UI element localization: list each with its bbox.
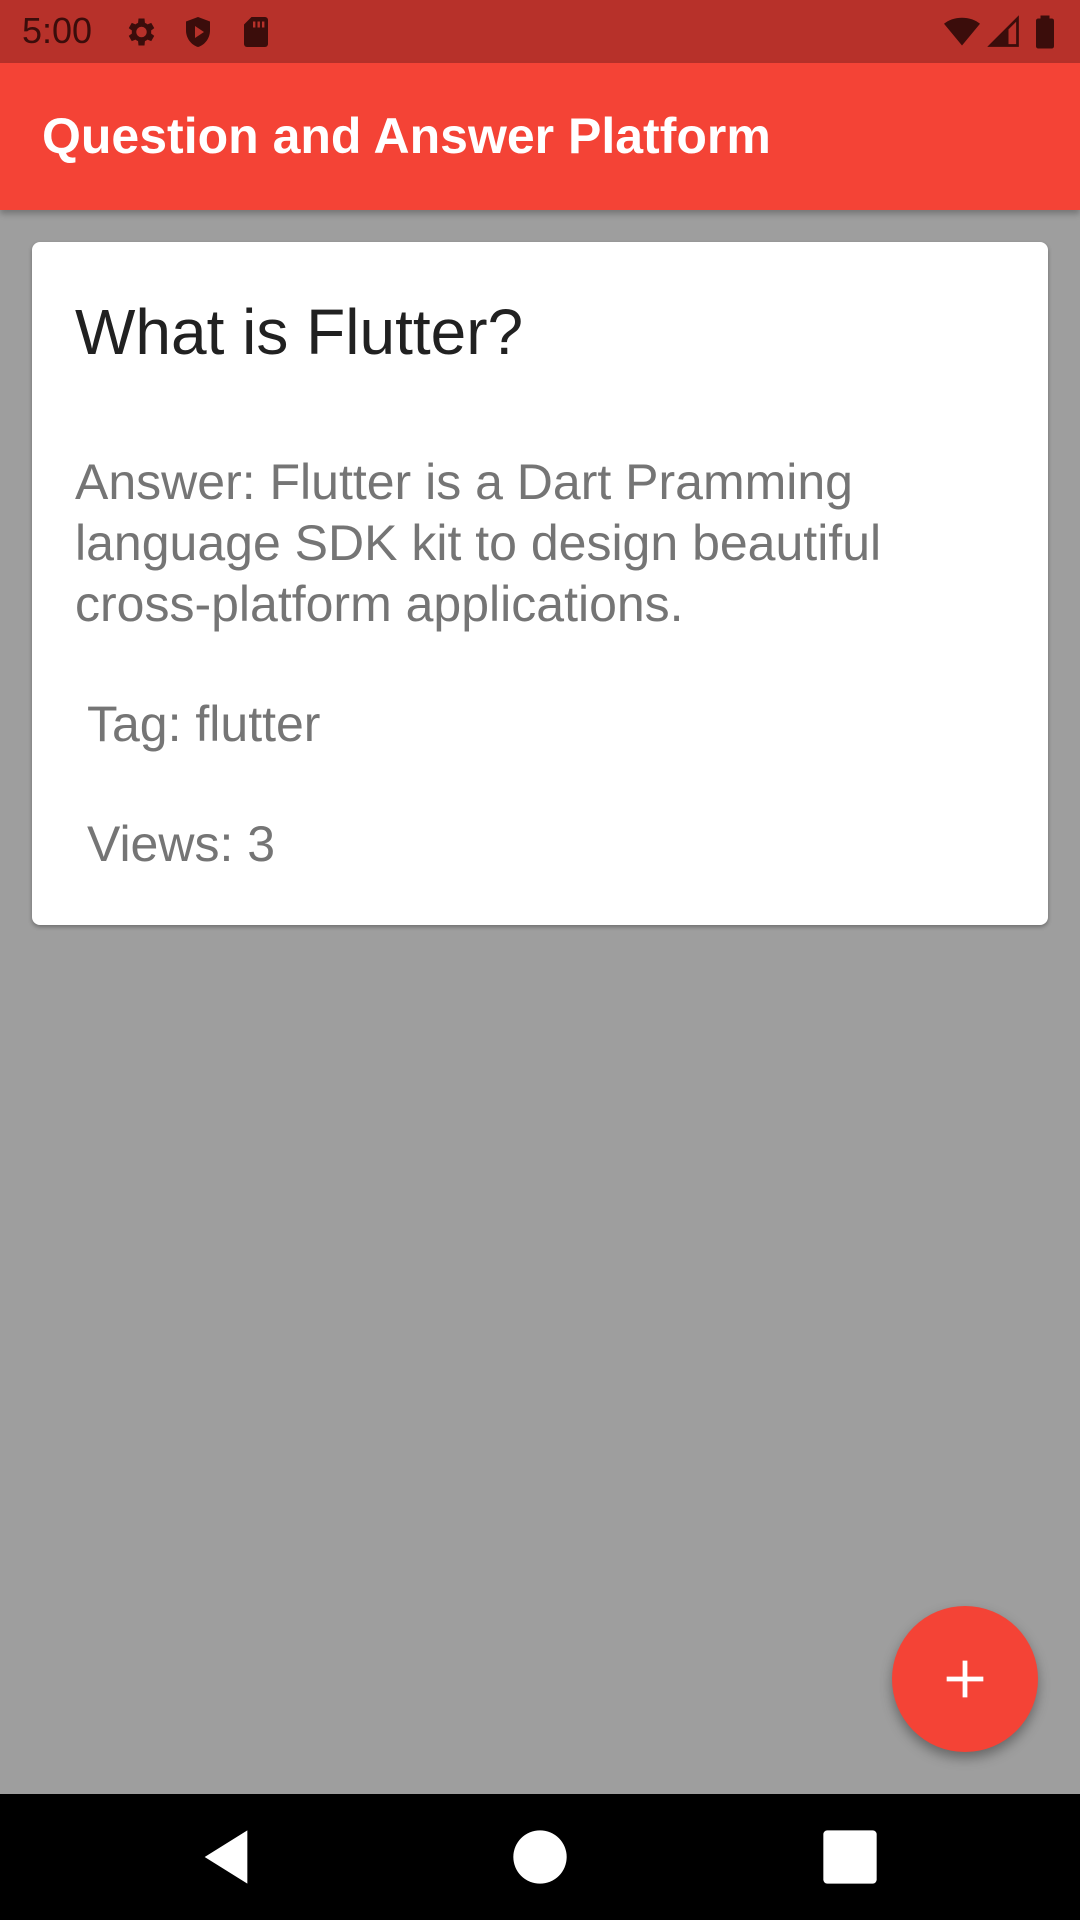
navigation-bar bbox=[0, 1794, 1080, 1920]
shield-icon bbox=[180, 14, 216, 50]
home-icon bbox=[513, 1830, 567, 1884]
back-button[interactable] bbox=[194, 1825, 258, 1889]
plus-icon bbox=[946, 1660, 984, 1698]
back-icon bbox=[204, 1830, 248, 1884]
tag-label: Tag: flutter bbox=[87, 696, 321, 752]
signal-icon bbox=[986, 14, 1022, 50]
question-card[interactable]: What is Flutter? Answer: Flutter is a Da… bbox=[32, 242, 1048, 925]
add-question-button[interactable] bbox=[892, 1606, 1038, 1752]
status-bar: 5:00 bbox=[0, 0, 1080, 63]
sd-card-icon bbox=[238, 14, 274, 50]
recents-icon bbox=[823, 1830, 877, 1884]
question-title: What is Flutter? bbox=[75, 296, 524, 368]
battery-icon bbox=[1030, 14, 1060, 50]
wifi-icon bbox=[944, 14, 980, 50]
app-title: Question and Answer Platform bbox=[42, 108, 771, 164]
answer-text: Answer: Flutter is a Dart Pramming langu… bbox=[75, 454, 882, 632]
app-bar: Question and Answer Platform bbox=[0, 63, 1080, 210]
screen: 5:00 Question and Answer Platform What i… bbox=[0, 0, 1080, 1920]
gear-icon bbox=[122, 14, 158, 50]
status-time: 5:00 bbox=[22, 10, 93, 51]
views-count: Views: 3 bbox=[87, 816, 276, 872]
recents-button[interactable] bbox=[818, 1825, 882, 1889]
home-button[interactable] bbox=[508, 1825, 572, 1889]
